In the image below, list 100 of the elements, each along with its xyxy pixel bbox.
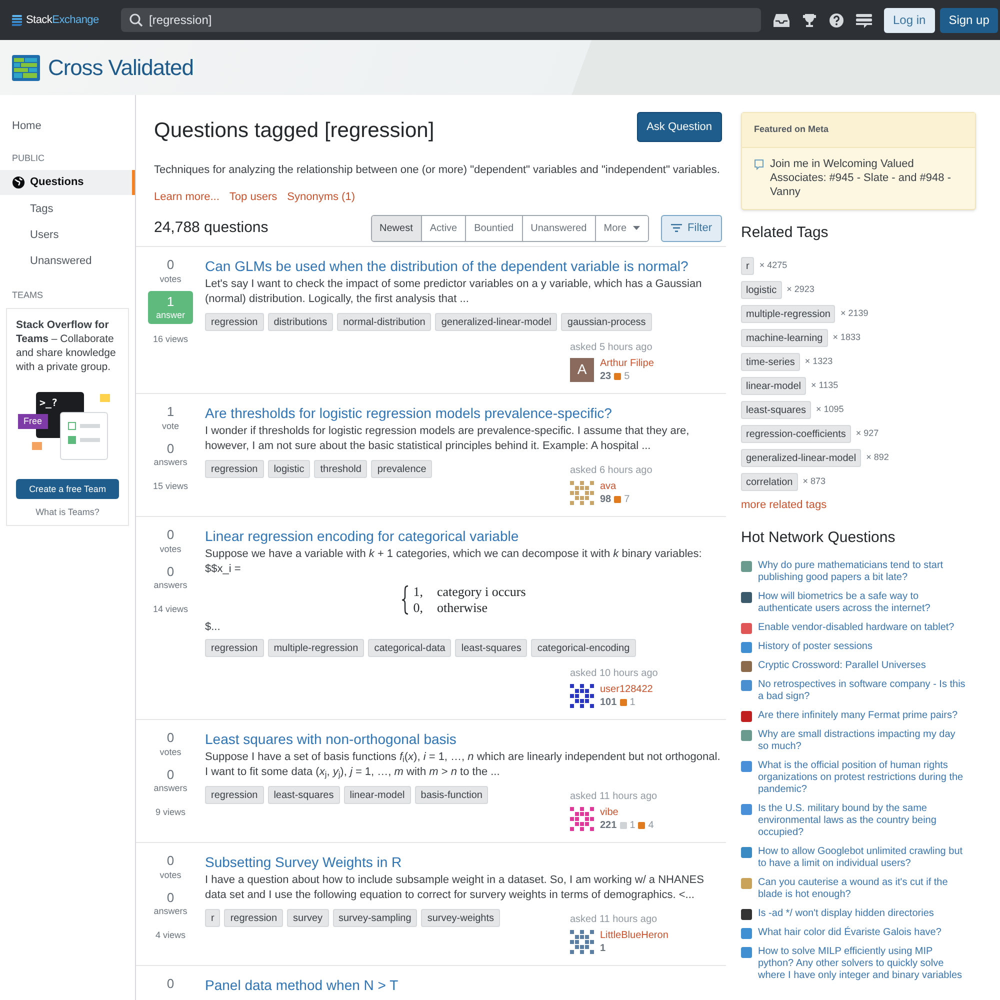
tag[interactable]: categorical-data xyxy=(368,638,452,656)
tag-info-link[interactable]: Synonyms (1) xyxy=(287,189,355,206)
site-name: Cross Validated xyxy=(48,54,194,82)
ask-question-button[interactable]: Ask Question xyxy=(636,112,722,142)
logo-icon xyxy=(12,14,22,26)
tag[interactable]: multiple-regression xyxy=(268,638,364,656)
tag[interactable]: regression xyxy=(205,312,264,330)
tag[interactable]: regression xyxy=(224,908,284,926)
tag[interactable]: regression xyxy=(205,638,264,656)
tag[interactable]: machine-learning xyxy=(741,329,828,347)
nav-link[interactable]: Home xyxy=(0,118,135,134)
tag[interactable]: linear-model xyxy=(741,377,806,395)
tag[interactable]: multiple-regression xyxy=(741,305,836,323)
tag[interactable]: survey xyxy=(287,908,328,926)
answer-count: 1 xyxy=(166,294,174,308)
filter-button[interactable]: Filter xyxy=(660,214,722,242)
menu-icon[interactable] xyxy=(856,12,872,28)
tag[interactable]: prevalence xyxy=(371,460,432,478)
hot-question-link[interactable]: No retrospectives in software company - Is this a bad sign? xyxy=(758,679,976,703)
tag-info-link[interactable]: Learn more... xyxy=(154,189,220,206)
tag[interactable]: regression-coefficients xyxy=(741,425,851,443)
what-is-teams-link[interactable]: What is Teams? xyxy=(16,506,119,519)
tag[interactable]: least-squares xyxy=(268,786,340,804)
vote-count: 0 xyxy=(166,256,174,272)
question-title-link[interactable]: Can GLMs be used when the distribution of the dependent variable is normal? xyxy=(205,256,722,274)
reputation: 221 xyxy=(600,818,617,832)
question-title-link[interactable]: Panel data method when N > T xyxy=(205,976,722,994)
tag[interactable]: linear-model xyxy=(344,786,411,804)
tag[interactable]: time-series xyxy=(741,353,800,371)
filter-icon xyxy=(670,224,682,232)
hot-question-link[interactable]: Enable vendor-disabled hardware on tablet? xyxy=(758,622,964,634)
tag[interactable]: categorical-encoding xyxy=(531,638,636,656)
hot-question-link[interactable]: How to solve MILP efficiently using MIP python? Any other solvers to quickly solve where I have only integer and binary variables xyxy=(758,946,976,982)
question-title-link[interactable]: Are thresholds for logistic regression models prevalence-specific? xyxy=(205,404,722,422)
question-title-link[interactable]: Least squares with non-orthogonal basis xyxy=(205,730,722,748)
tag[interactable]: least-squares xyxy=(741,401,812,419)
search-field[interactable]: [regression] xyxy=(121,8,761,32)
user-name-link[interactable]: vibe xyxy=(600,806,654,818)
hot-question-link[interactable]: History of poster sessions xyxy=(758,641,882,653)
logo-link[interactable]: StackExchange xyxy=(12,12,102,28)
hot-question-link[interactable]: How will biometrics be a safe way to authenticate users across the internet? xyxy=(758,591,976,615)
tag[interactable]: normal-distribution xyxy=(337,312,432,330)
tag[interactable]: regression xyxy=(205,786,264,804)
more-tags-link[interactable]: more related tags xyxy=(741,497,976,514)
hot-question-link[interactable]: Cryptic Crossword: Parallel Universes xyxy=(758,660,936,672)
hot-question-link[interactable]: What hair color did Évariste Galois have? xyxy=(758,927,952,939)
user-name-link[interactable]: Arthur Filipe xyxy=(600,358,654,370)
sort-tab[interactable]: More xyxy=(594,216,648,240)
tag[interactable]: regression xyxy=(205,460,264,478)
tag[interactable]: gaussian-process xyxy=(561,312,652,330)
search-icon xyxy=(129,13,143,27)
site-logo-icon xyxy=(12,54,40,80)
user-name-link[interactable]: user128422 xyxy=(600,684,653,696)
reputation: 1 xyxy=(600,942,606,954)
badge-count: 4 xyxy=(648,818,654,832)
user-name-link[interactable]: LittleBlueHeron xyxy=(600,930,668,942)
tag[interactable]: least-squares xyxy=(455,638,528,656)
hot-question-link[interactable]: Why do pure mathematicians tend to start publishing good papers a bit late? xyxy=(758,560,976,584)
inbox-icon[interactable] xyxy=(773,12,790,28)
vote-count: 0 xyxy=(166,852,174,868)
tag[interactable]: generalized-linear-model xyxy=(435,312,558,330)
nav-item[interactable]: Tags xyxy=(0,197,135,222)
tag[interactable]: threshold xyxy=(314,460,368,478)
answers-label: answers xyxy=(154,578,188,590)
tag[interactable]: survey-weights xyxy=(421,908,500,926)
sort-tab[interactable]: Newest xyxy=(372,216,421,240)
hot-question-link[interactable]: Can you cauterise a wound as it's cut if the blade is hot enough? xyxy=(758,877,976,901)
tag[interactable]: generalized-linear-model xyxy=(741,449,862,467)
question-title-link[interactable]: Subsetting Survey Weights in R xyxy=(205,852,722,870)
tag[interactable]: basis-function xyxy=(414,786,488,804)
trophy-icon[interactable] xyxy=(802,12,817,28)
hot-question-link[interactable]: Why are small distractions impacting my day so much? xyxy=(758,729,976,753)
sign-up-button[interactable]: Sign up xyxy=(940,8,998,32)
featured-link[interactable]: Join me in Welcoming Valued Associates: #945 - Slate - and #948 - Vanny xyxy=(770,156,963,198)
tag[interactable]: r xyxy=(741,257,754,275)
user-name-link[interactable]: ava xyxy=(600,480,630,492)
help-icon[interactable] xyxy=(829,12,844,28)
tag[interactable]: r xyxy=(205,908,220,926)
nav-item[interactable]: Questions xyxy=(0,170,135,195)
view-count: 16 views xyxy=(152,332,188,346)
hot-question-link[interactable]: Is -ad */ won't display hidden directories xyxy=(758,908,944,920)
question-title-link[interactable]: Linear regression encoding for categorical variable xyxy=(205,526,722,544)
tag[interactable]: logistic xyxy=(741,281,782,299)
hot-question-link[interactable]: How to allow Googlebot unlimited crawling but to have a limit on individual users? xyxy=(758,846,976,870)
tag[interactable]: logistic xyxy=(268,460,310,478)
tag-info-link[interactable]: Top users xyxy=(229,189,278,206)
votes-label: votes xyxy=(160,746,182,758)
reputation: 101 xyxy=(600,696,617,708)
tag[interactable]: correlation xyxy=(741,473,798,491)
hot-question-link[interactable]: Is the U.S. military bound by the same environmental laws as the country being occupied? xyxy=(758,803,976,839)
nav-item[interactable]: Users xyxy=(0,223,135,248)
hot-question-link[interactable]: What is the official position of human rights organizations on protest restrictions during the pandemic? xyxy=(758,760,976,796)
answer-count: 0 xyxy=(166,440,174,456)
nav-item[interactable]: Unanswered xyxy=(0,249,135,274)
tag-count: × 1833 xyxy=(832,331,860,344)
hot-question-link[interactable]: Are there infinitely many Fermat prime pairs? xyxy=(758,710,968,722)
create-team-button[interactable]: Create a free Team xyxy=(16,479,119,500)
log-in-button[interactable]: Log in xyxy=(884,8,935,32)
tag[interactable]: survey-sampling xyxy=(332,908,418,926)
tag[interactable]: distributions xyxy=(268,312,334,330)
